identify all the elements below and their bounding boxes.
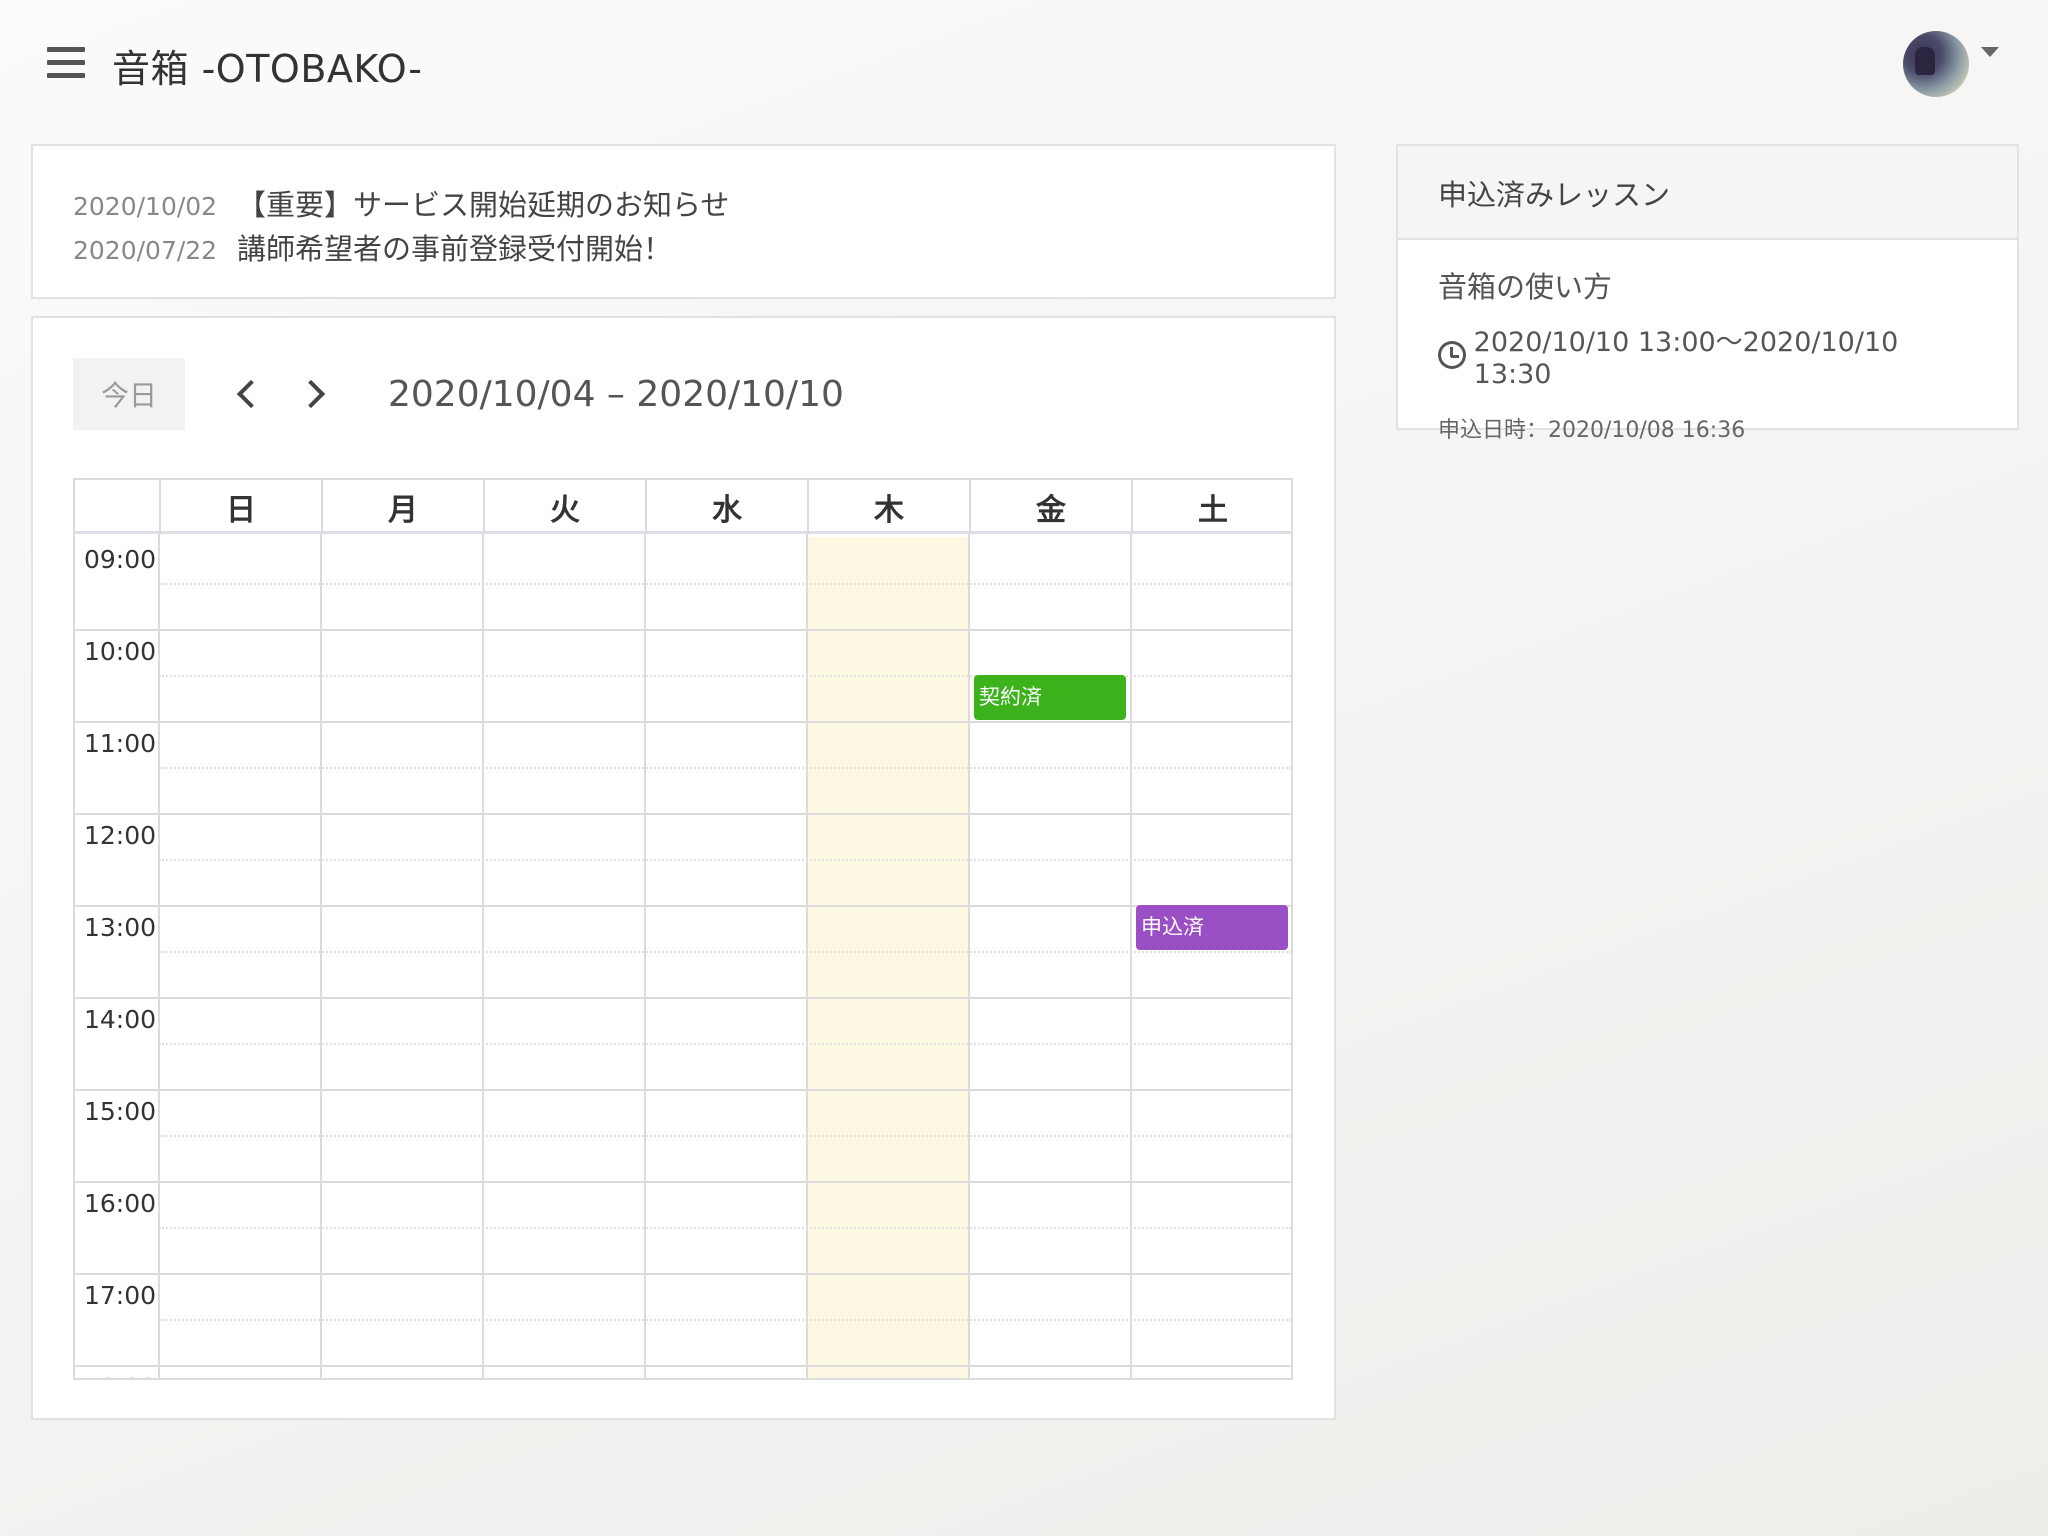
time-label: 17:00 <box>84 1281 157 1310</box>
user-avatar[interactable] <box>1903 31 1969 97</box>
hour-divider <box>75 1089 1291 1091</box>
column-divider <box>1130 534 1132 1378</box>
news-item[interactable]: 2020/10/02 【重要】サービス開始延期のお知らせ <box>73 182 1294 226</box>
hour-divider <box>75 813 1291 815</box>
lesson-time: 2020/10/10 13:00〜2020/10/10 13:30 <box>1438 320 1977 390</box>
applied-lessons-panel: 申込済みレッスン 音箱の使い方 2020/10/10 13:00〜2020/10… <box>1396 144 2019 443</box>
day-header: 水 <box>645 480 807 534</box>
time-label: 15:00 <box>84 1097 157 1126</box>
half-hour-divider <box>159 859 1291 861</box>
news-date: 2020/07/22 <box>73 236 218 265</box>
date-range-label: 2020/10/04 – 2020/10/10 <box>388 374 844 415</box>
today-button[interactable]: 今日 <box>73 358 185 430</box>
day-header: 月 <box>321 480 483 534</box>
day-header-row: 日月火水木金土 <box>75 480 1291 534</box>
day-header: 日 <box>159 480 321 534</box>
week-grid[interactable]: 日月火水木金土 09:00 10:00 11:00 12:00 13:00 14:00 15:… <box>73 478 1293 1380</box>
hour-divider <box>75 905 1291 907</box>
clock-icon <box>1438 341 1466 369</box>
time-label: 16:00 <box>84 1189 157 1218</box>
hour-divider <box>75 997 1291 999</box>
day-header: 金 <box>969 480 1131 534</box>
calendar-event[interactable]: 申込済 <box>1136 905 1288 950</box>
half-hour-divider <box>159 1043 1291 1045</box>
half-hour-divider <box>159 1135 1291 1137</box>
hour-divider <box>75 721 1291 723</box>
hour-divider <box>75 1365 1291 1367</box>
time-label: 18:00 <box>84 1373 156 1378</box>
panel-heading: 申込済みレッスン <box>1398 146 2017 240</box>
column-divider <box>482 534 484 1378</box>
news-title[interactable]: 【重要】サービス開始延期のお知らせ <box>237 182 729 224</box>
hour-divider <box>75 1181 1291 1183</box>
news-panel: 2020/10/02 【重要】サービス開始延期のお知らせ 2020/07/22 … <box>31 144 1336 299</box>
column-divider <box>806 534 808 1378</box>
calendar-event[interactable]: 契約済 <box>974 675 1126 720</box>
column-divider <box>158 534 160 1378</box>
lesson-time-text: 2020/10/10 13:00〜2020/10/10 13:30 <box>1473 327 1899 390</box>
hour-divider <box>75 629 1291 631</box>
half-hour-divider <box>159 767 1291 769</box>
applied-datetime: 申込日時：2020/10/08 16:36 <box>1438 418 1746 443</box>
half-hour-divider <box>159 1227 1291 1229</box>
lesson-title[interactable]: 音箱の使い方 <box>1438 264 1977 306</box>
app-title: 音箱 -OTOBAKO- <box>112 47 423 91</box>
news-item[interactable]: 2020/07/22 講師希望者の事前登録受付開始！ <box>73 226 1294 270</box>
day-header: 土 <box>1131 480 1291 534</box>
chevron-down-icon[interactable] <box>1981 47 1999 57</box>
column-divider <box>320 534 322 1378</box>
half-hour-divider <box>159 583 1291 585</box>
time-label: 13:00 <box>84 913 157 942</box>
time-label: 14:00 <box>84 1005 157 1034</box>
news-title[interactable]: 講師希望者の事前登録受付開始！ <box>237 226 672 268</box>
half-hour-divider <box>159 1319 1291 1321</box>
column-divider <box>644 534 646 1378</box>
column-divider <box>968 534 970 1378</box>
time-label: 09:00 <box>84 545 157 574</box>
time-label: 12:00 <box>84 821 157 850</box>
time-label: 10:00 <box>84 637 157 666</box>
half-hour-divider <box>159 951 1291 953</box>
lesson-item[interactable]: 音箱の使い方 2020/10/10 13:00〜2020/10/10 13:30… <box>1398 240 2017 468</box>
chevron-right-icon[interactable] <box>297 376 333 412</box>
hour-divider <box>75 1273 1291 1275</box>
news-date: 2020/10/02 <box>73 192 218 221</box>
chevron-left-icon[interactable] <box>229 376 265 412</box>
time-label: 11:00 <box>84 729 157 758</box>
day-header: 火 <box>483 480 645 534</box>
day-header: 木 <box>807 480 969 534</box>
today-column-highlight <box>807 537 969 1378</box>
calendar-panel: 今日 2020/10/04 – 2020/10/10 日月火水木金土 09:00 1… <box>31 316 1336 1420</box>
hamburger-menu-icon[interactable] <box>47 47 85 79</box>
